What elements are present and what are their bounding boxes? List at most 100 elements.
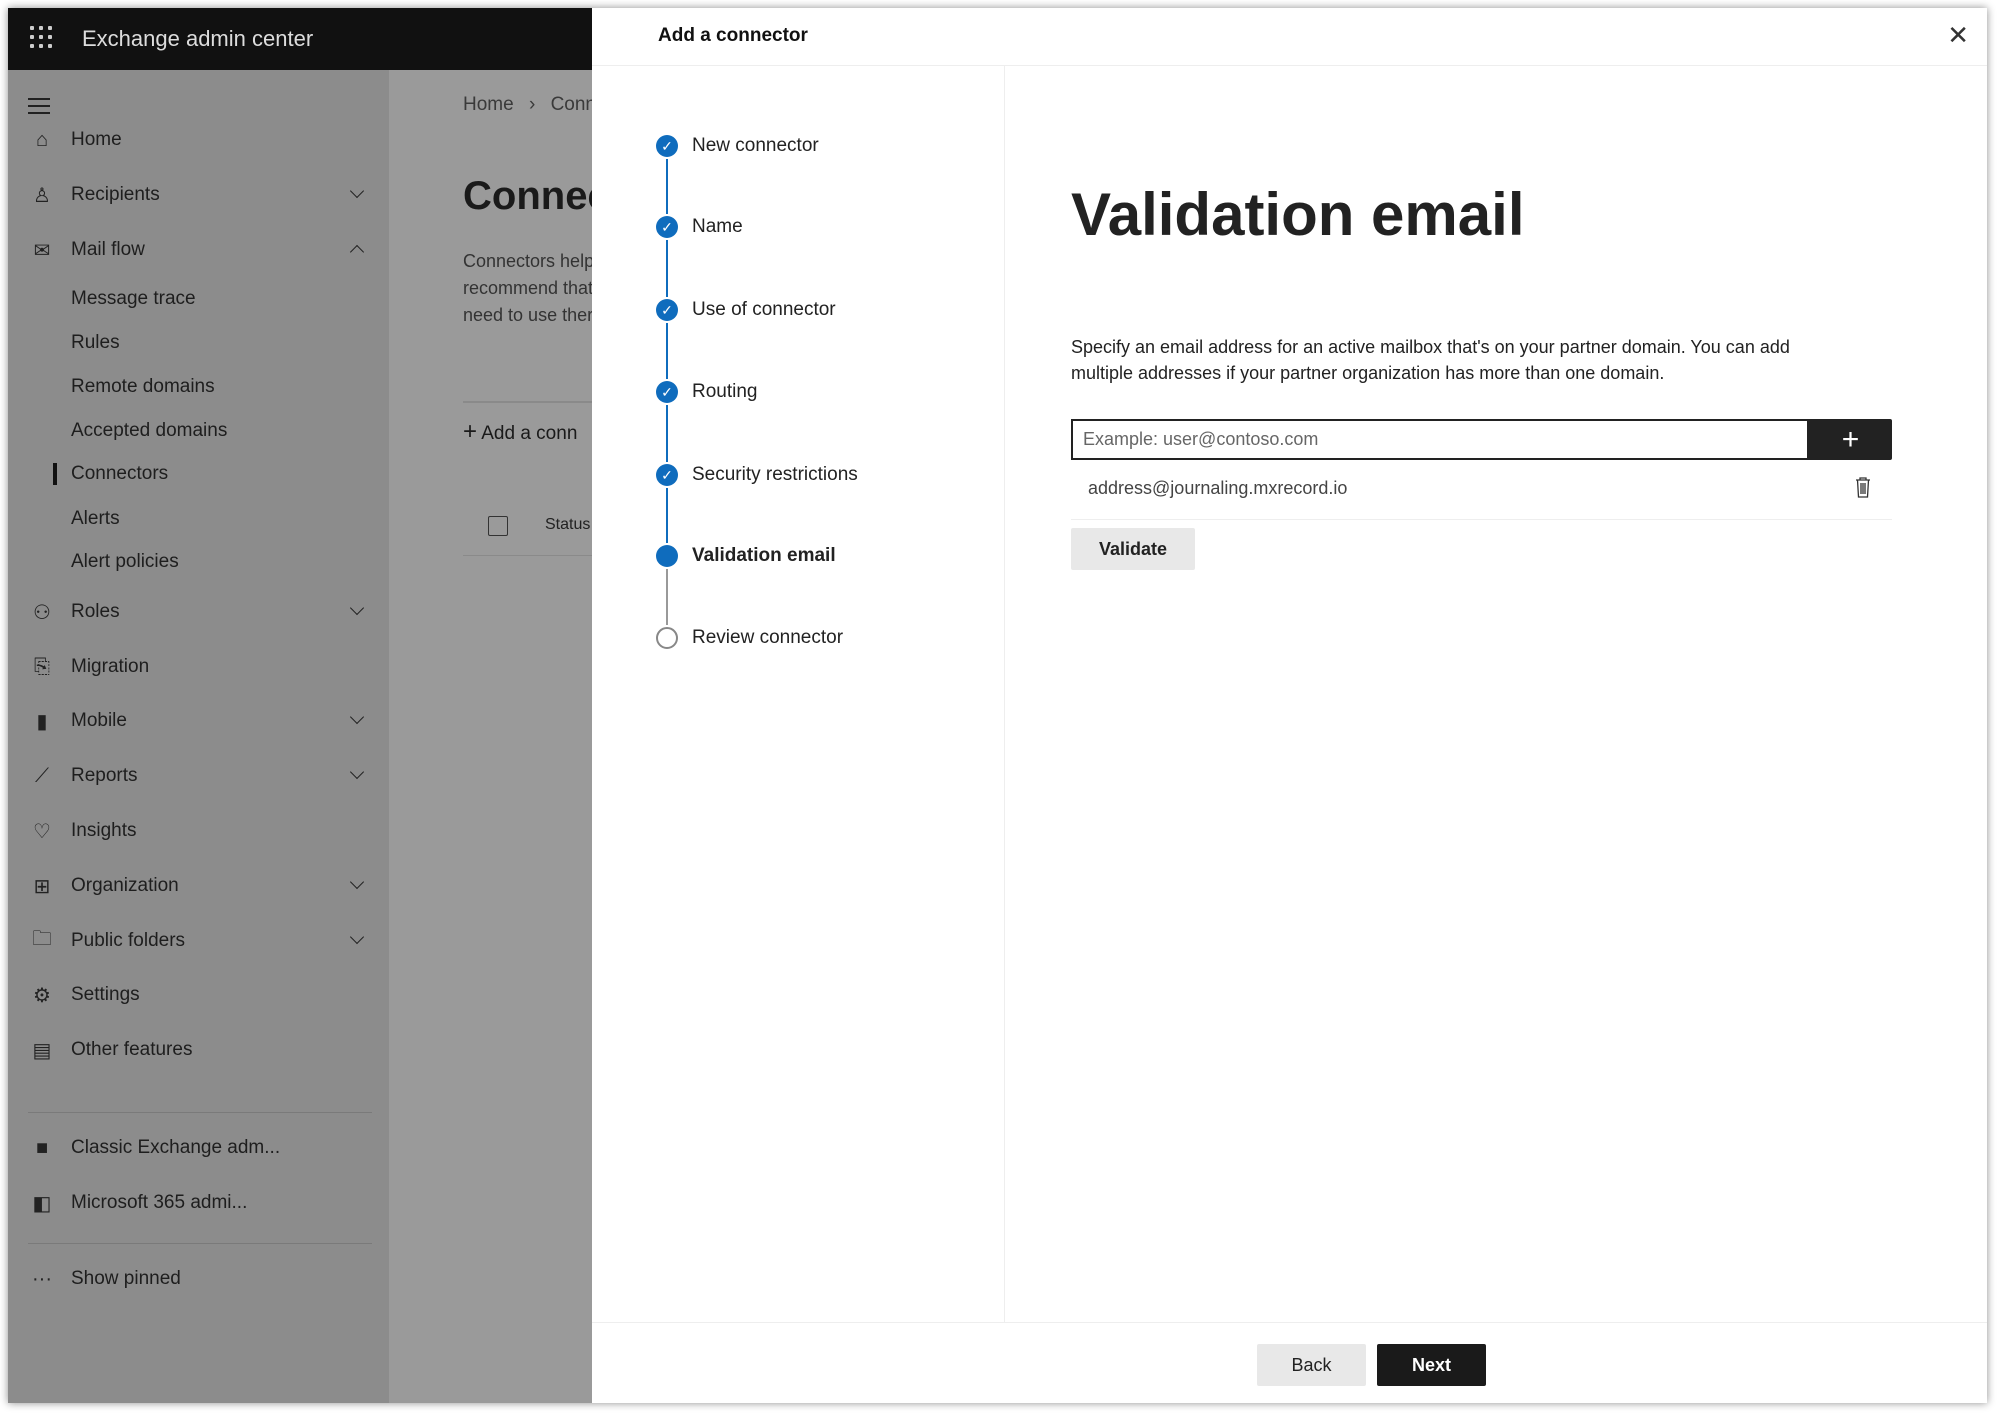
page-description: Connectors help recommend that need to u…: [463, 248, 592, 329]
sidebar-item-label: Rules: [71, 332, 120, 353]
wizard-step-security-restrictions[interactable]: ✓ Security restrictions: [656, 460, 858, 490]
breadcrumb-home[interactable]: Home: [463, 94, 514, 115]
chart-icon: ⟋: [35, 764, 49, 787]
mail-icon: ✉: [33, 239, 51, 262]
wizard-step-review-connector[interactable]: Review connector: [656, 623, 843, 653]
column-header-status[interactable]: Status: [545, 516, 590, 534]
sidebar-link[interactable]: ■ Classic Exchange adm...: [8, 1128, 389, 1168]
sidebar-item-recipients[interactable]: ♙ Recipients: [8, 175, 389, 215]
sidebar-item-label: Settings: [71, 984, 140, 1005]
back-button[interactable]: Back: [1257, 1344, 1366, 1386]
step-label: Review connector: [692, 627, 844, 648]
sidebar-item-roles[interactable]: ⚇ Roles: [8, 592, 389, 632]
show-pinned-button[interactable]: ··· Show pinned: [8, 1259, 389, 1299]
sidebar-item-home[interactable]: ⌂ Home: [8, 120, 389, 160]
app-launcher-icon[interactable]: [30, 26, 52, 48]
sidebar-link-label: Microsoft 365 admi...: [71, 1192, 248, 1213]
sidebar-link[interactable]: ◧ Microsoft 365 admi...: [8, 1183, 389, 1223]
desc-line: need to use ther: [463, 305, 592, 325]
sidebar-item-organization[interactable]: ⊞ Organization: [8, 866, 389, 906]
sidebar-item-label: Migration: [71, 656, 150, 677]
add-connector-panel: Add a connector ✕ ✓ New connector ✓ Name ✓ Us…: [592, 8, 1987, 1403]
sidebar-item-mail-flow[interactable]: ✉ Mail flow: [8, 230, 389, 270]
panel-footer: Back Next: [592, 1322, 1987, 1403]
add-connector-button[interactable]: + Add a conn: [463, 418, 577, 446]
email-input[interactable]: [1071, 419, 1809, 460]
wizard-step-use-of-connector[interactable]: ✓ Use of connector: [656, 295, 836, 325]
chevron-down-icon[interactable]: [349, 764, 365, 780]
step-connector: [666, 323, 668, 379]
chevron-down-icon[interactable]: [349, 709, 365, 725]
step-connector: [666, 569, 668, 625]
panel-title: Add a connector: [658, 25, 808, 46]
next-button[interactable]: Next: [1377, 1344, 1486, 1386]
chevron-down-icon[interactable]: [349, 183, 365, 199]
sidebar-item-public-folders[interactable]: 🗀 Public folders: [8, 921, 389, 961]
chevron-down-icon[interactable]: [349, 600, 365, 616]
sidebar-item-label: Home: [71, 129, 122, 150]
sidebar-item-rules[interactable]: Rules: [8, 323, 389, 363]
desc-line: Connectors help: [463, 251, 592, 271]
step-connector: [666, 488, 668, 543]
wizard-step-new-connector[interactable]: ✓ New connector: [656, 131, 819, 161]
wizard-step-routing[interactable]: ✓ Routing: [656, 377, 758, 407]
sidebar-item-connectors[interactable]: Connectors: [8, 454, 389, 494]
current-step-icon: [656, 545, 678, 567]
delete-icon[interactable]: [1854, 476, 1872, 498]
hamburger-menu-icon[interactable]: [28, 98, 50, 119]
sidebar-item-label: Remote domains: [71, 376, 215, 397]
panel-header: Add a connector ✕: [592, 8, 1987, 66]
sidebar-item-alerts[interactable]: Alerts: [8, 499, 389, 539]
sidebar-item-label: Mail flow: [71, 239, 145, 260]
office-icon: ◧: [32, 1192, 52, 1215]
main-content: Home › Conne Connec Connectors help reco…: [389, 70, 592, 1403]
divider: [463, 401, 592, 403]
add-email-button[interactable]: +: [1809, 419, 1892, 460]
divider: [28, 1243, 372, 1244]
step-label: Validation email: [692, 545, 836, 566]
check-circle-icon: ✓: [656, 299, 678, 321]
sidebar-item-migration[interactable]: ⎘ Migration: [8, 647, 389, 687]
sidebar-link-label: Classic Exchange adm...: [71, 1137, 281, 1158]
step-connector: [666, 405, 668, 462]
sidebar-item-insights[interactable]: ♡ Insights: [8, 811, 389, 851]
sidebar-item-settings[interactable]: ⚙ Settings: [8, 975, 389, 1015]
sidebar-item-label: Accepted domains: [71, 420, 228, 441]
chevron-up-icon[interactable]: [349, 244, 365, 260]
wizard-step-name[interactable]: ✓ Name: [656, 212, 743, 242]
close-icon[interactable]: ✕: [1947, 22, 1969, 48]
validate-button[interactable]: Validate: [1071, 528, 1195, 570]
sidebar-item-mobile[interactable]: ▮ Mobile: [8, 701, 389, 741]
sidebar-item-label: Message trace: [71, 288, 196, 309]
select-all-checkbox[interactable]: [488, 516, 508, 536]
chevron-right-icon: ›: [528, 94, 536, 115]
divider: [28, 1112, 372, 1113]
exchange-icon: ■: [35, 1136, 49, 1159]
step-connector: [666, 240, 668, 297]
breadcrumb-current: Conne: [550, 94, 592, 115]
sidebar-item-label: Public folders: [71, 930, 186, 951]
sidebar-item-accepted-domains[interactable]: Accepted domains: [8, 411, 389, 451]
sidebar-item-remote-domains[interactable]: Remote domains: [8, 367, 389, 407]
gear-icon: ⚙: [33, 984, 51, 1007]
sidebar-item-message-trace[interactable]: Message trace: [8, 279, 389, 319]
breadcrumb: Home › Conne: [463, 94, 592, 116]
step-label: Routing: [692, 381, 758, 402]
wizard-step-validation-email[interactable]: Validation email: [656, 541, 836, 571]
sidebar-item-label: Connectors: [71, 463, 169, 484]
divider: [1071, 519, 1892, 520]
mobile-icon: ▮: [36, 710, 48, 733]
chevron-down-icon[interactable]: [349, 929, 365, 945]
sidebar-item-reports[interactable]: ⟋ Reports: [8, 756, 389, 796]
roles-icon: ⚇: [33, 601, 51, 624]
divider: [463, 555, 592, 556]
step-label: Name: [692, 216, 743, 237]
plus-icon: +: [463, 418, 478, 445]
selected-indicator: [53, 463, 57, 485]
sidebar-item-other-features[interactable]: ▤ Other features: [8, 1030, 389, 1070]
step-label: Use of connector: [692, 299, 836, 320]
chevron-down-icon[interactable]: [349, 874, 365, 890]
sidebar-item-label: Other features: [71, 1039, 193, 1060]
sidebar-item-alert-policies[interactable]: Alert policies: [8, 542, 389, 582]
top-bar: Exchange admin center: [8, 8, 592, 70]
